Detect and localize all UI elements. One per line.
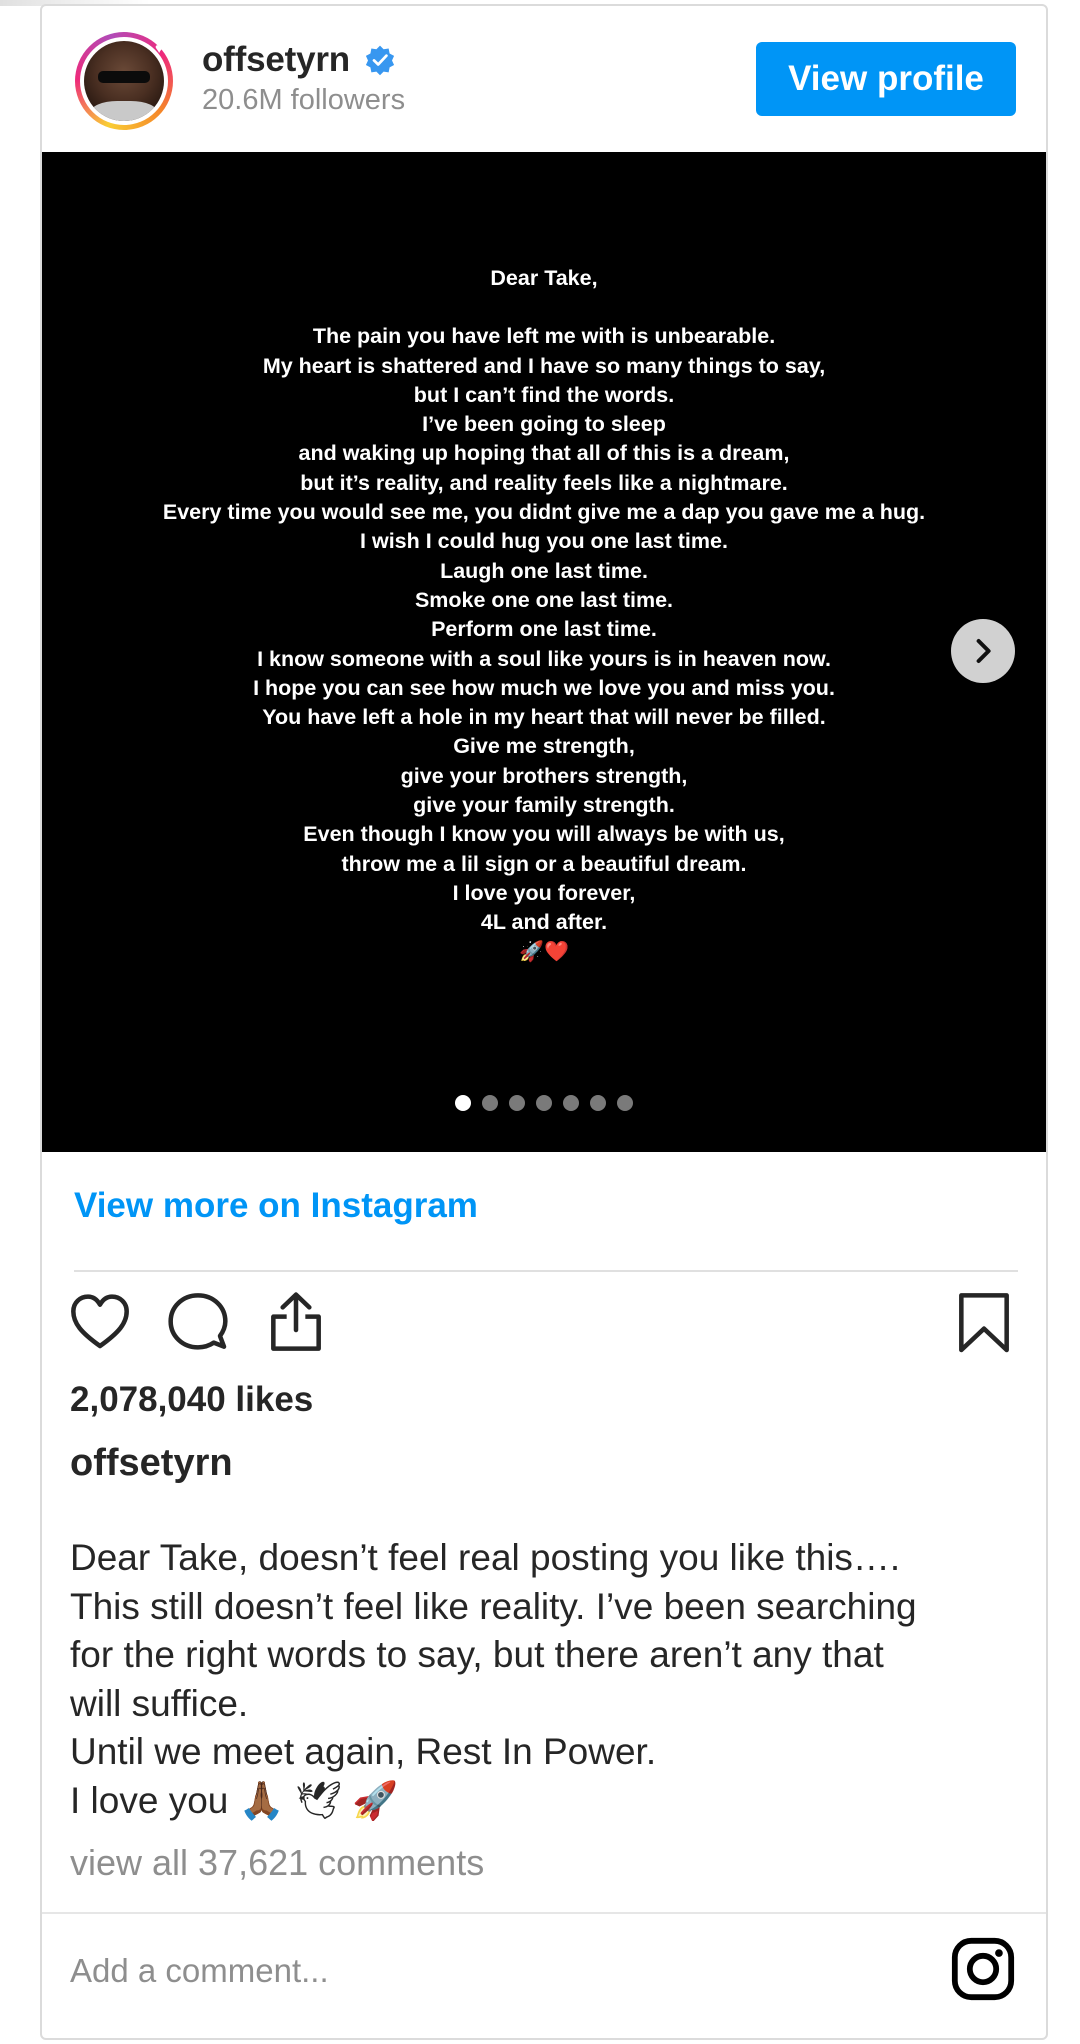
divider [74, 1270, 1018, 1272]
letter-line: throw me a lil sign or a beautiful dream… [341, 851, 747, 876]
letter-line: Smoke one one last time. [414, 587, 674, 612]
caption-line: Dear Take, doesn’t feel real posting you… [70, 1537, 901, 1578]
letter-line: Dear Take, [490, 266, 598, 290]
letter-line: give your family strength. [413, 793, 675, 818]
caption-text: Dear Take, doesn’t feel real posting you… [70, 1534, 1020, 1825]
letter-line: Every time you would see me, you didnt g… [162, 500, 926, 525]
view-profile-button[interactable]: View profile [756, 42, 1016, 116]
letter-line: I’ve been going to sleep [422, 412, 666, 437]
letter-line: My heart is shattered and I have so many… [262, 353, 826, 378]
avatar[interactable]: ♥ [75, 32, 173, 130]
letter-line: but I can’t find the words. [413, 382, 675, 407]
heart-icon[interactable] [68, 1290, 132, 1354]
letter-line: give your brothers strength, [400, 763, 688, 788]
letter-line: I know someone with a soul like yours is… [257, 646, 831, 671]
caption-line: Until we meet again, Rest In Power. [70, 1731, 657, 1772]
carousel-dot [590, 1095, 606, 1111]
carousel-dots [42, 1095, 1046, 1111]
bookmark-icon[interactable] [952, 1290, 1016, 1354]
carousel-dot [482, 1095, 498, 1111]
follower-count: 20.6M followers [202, 84, 406, 116]
letter-line: and waking up hoping that all of this is… [298, 441, 790, 466]
carousel-dot [617, 1095, 633, 1111]
letter-line: Give me strength, [453, 734, 635, 759]
share-icon[interactable] [264, 1290, 328, 1354]
post-header: ♥ offsetyrn 20.6M followers View profile [42, 6, 1046, 152]
carousel-dot [563, 1095, 579, 1111]
instagram-embed-card: ♥ offsetyrn 20.6M followers View profile… [40, 4, 1048, 2040]
letter-emoji-line: 🚀❤️ [519, 940, 569, 963]
instagram-logo-icon[interactable] [950, 1936, 1016, 2002]
letter-line [42, 293, 1046, 322]
carousel-dot [455, 1095, 471, 1111]
view-comments-link[interactable]: view all 37,621 comments [70, 1842, 484, 1884]
verified-badge-icon [365, 45, 395, 76]
caption-line: This still doesn’t feel like reality. I’… [70, 1585, 917, 1627]
carousel-dot [509, 1095, 525, 1111]
letter-line: The pain you have left me with is unbear… [312, 324, 776, 349]
letter-line: Laugh one last time. [440, 558, 648, 583]
carousel-dot [536, 1095, 552, 1111]
letter-line: Perform one last time. [431, 617, 657, 642]
action-bar [42, 1290, 1046, 1360]
view-more-link[interactable]: View more on Instagram [74, 1186, 478, 1226]
add-comment-input[interactable]: Add a comment... [70, 1952, 329, 1990]
heart-icon: ♥ [155, 40, 164, 56]
letter-line: I hope you can see how much we love you … [253, 675, 835, 700]
letter-line: You have left a hole in my heart that wi… [262, 705, 826, 730]
letter-line: I wish I could hug you one last time. [360, 529, 728, 554]
caption-line: for the right words to say, but there ar… [70, 1634, 884, 1675]
caption-line: will suffice. [70, 1682, 249, 1724]
caption-line: I love you 🙏🏾 🕊 🚀 [70, 1779, 399, 1821]
chevron-right-icon [976, 639, 991, 663]
avatar-photo [84, 41, 164, 121]
letter-line: I love you forever, [452, 880, 636, 905]
letter-line: 4L and after. [480, 910, 608, 935]
letter-text: Dear Take, The pain you have left me with… [42, 264, 1046, 967]
divider [42, 1912, 1046, 1914]
next-slide-button[interactable] [951, 619, 1015, 683]
comment-icon[interactable] [166, 1290, 230, 1354]
post-media[interactable]: Dear Take, The pain you have left me with… [42, 152, 1046, 1152]
letter-line: but it’s reality, and reality feels like… [300, 470, 788, 495]
letter-line: Even though I know you will always be wi… [303, 822, 785, 847]
like-count: 2,078,040 likes [70, 1380, 314, 1419]
header-username[interactable]: offsetyrn [202, 40, 350, 80]
caption-username[interactable]: offsetyrn [70, 1442, 233, 1485]
